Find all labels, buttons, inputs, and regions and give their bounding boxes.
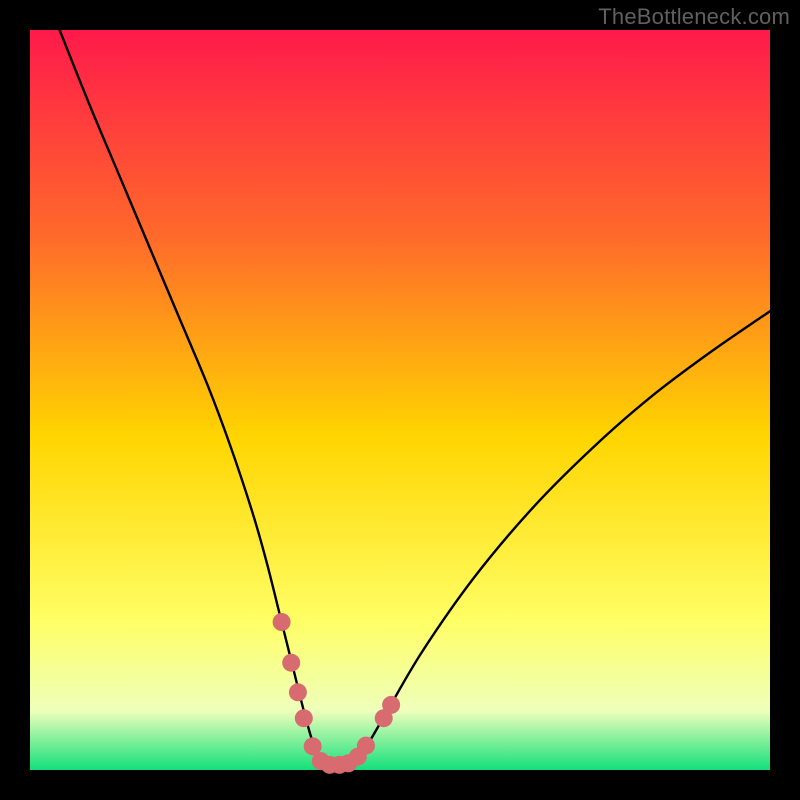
curve-marker xyxy=(357,737,375,755)
curve-marker xyxy=(273,613,291,631)
curve-marker xyxy=(289,683,307,701)
watermark-text: TheBottleneck.com xyxy=(598,4,790,30)
curve-marker xyxy=(382,696,400,714)
curve-marker xyxy=(295,709,313,727)
curve-marker xyxy=(282,654,300,672)
chart-stage: TheBottleneck.com xyxy=(0,0,800,800)
bottleneck-chart xyxy=(0,0,800,800)
plot-background xyxy=(30,30,770,770)
